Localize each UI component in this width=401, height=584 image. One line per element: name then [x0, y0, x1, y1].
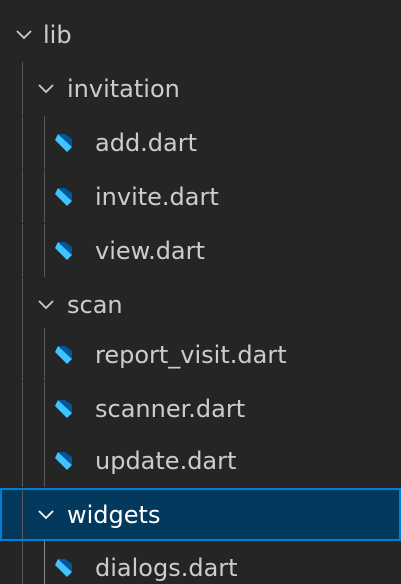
indent-guide [44, 541, 45, 584]
indent-guide [22, 434, 23, 487]
tree-file-view-dart[interactable]: view.dart [0, 224, 401, 277]
indent-guide [44, 170, 45, 223]
indent-guide [22, 278, 23, 331]
tree-file-report-visit-dart[interactable]: report_visit.dart [0, 328, 401, 381]
indent-guide [44, 328, 45, 381]
file-explorer-tree: lib invitation add.dart invite.dart view… [0, 0, 401, 584]
tree-file-label: scanner.dart [95, 394, 246, 423]
tree-file-label: update.dart [95, 446, 237, 475]
tree-file-label: view.dart [95, 236, 205, 265]
tree-file-update-dart[interactable]: update.dart [0, 434, 401, 487]
dart-file-icon [53, 186, 75, 208]
tree-folder-label: invitation [67, 74, 180, 103]
dart-file-icon [53, 557, 75, 579]
tree-file-label: dialogs.dart [95, 553, 238, 582]
tree-file-scanner-dart[interactable]: scanner.dart [0, 382, 401, 435]
chevron-down-icon [15, 28, 33, 42]
tree-folder-scan[interactable]: scan [0, 278, 401, 331]
indent-guide [22, 170, 23, 223]
indent-guide [44, 434, 45, 487]
dart-file-icon [53, 132, 75, 154]
indent-guide [22, 490, 23, 539]
indent-guide [44, 116, 45, 169]
tree-folder-invitation[interactable]: invitation [0, 62, 401, 115]
tree-file-label: invite.dart [95, 182, 219, 211]
chevron-down-icon [37, 508, 55, 522]
chevron-down-icon [37, 82, 55, 96]
indent-guide [22, 541, 23, 584]
dart-file-icon [53, 450, 75, 472]
tree-folder-lib[interactable]: lib [0, 8, 401, 61]
tree-file-add-dart[interactable]: add.dart [0, 116, 401, 169]
indent-guide [22, 224, 23, 277]
indent-guide [44, 382, 45, 435]
indent-guide [22, 62, 23, 115]
dart-file-icon [53, 344, 75, 366]
tree-folder-label: lib [43, 20, 72, 49]
tree-folder-label: scan [67, 290, 123, 319]
tree-file-label: report_visit.dart [95, 340, 287, 369]
tree-file-dialogs-dart[interactable]: dialogs.dart [0, 541, 401, 584]
indent-guide [22, 382, 23, 435]
indent-guide [44, 224, 45, 277]
dart-file-icon [53, 398, 75, 420]
dart-file-icon [53, 240, 75, 262]
tree-folder-widgets[interactable]: widgets [0, 488, 401, 541]
chevron-down-icon [37, 298, 55, 312]
tree-file-invite-dart[interactable]: invite.dart [0, 170, 401, 223]
tree-file-label: add.dart [95, 128, 198, 157]
tree-folder-label: widgets [67, 500, 161, 529]
indent-guide [22, 116, 23, 169]
indent-guide [22, 328, 23, 381]
